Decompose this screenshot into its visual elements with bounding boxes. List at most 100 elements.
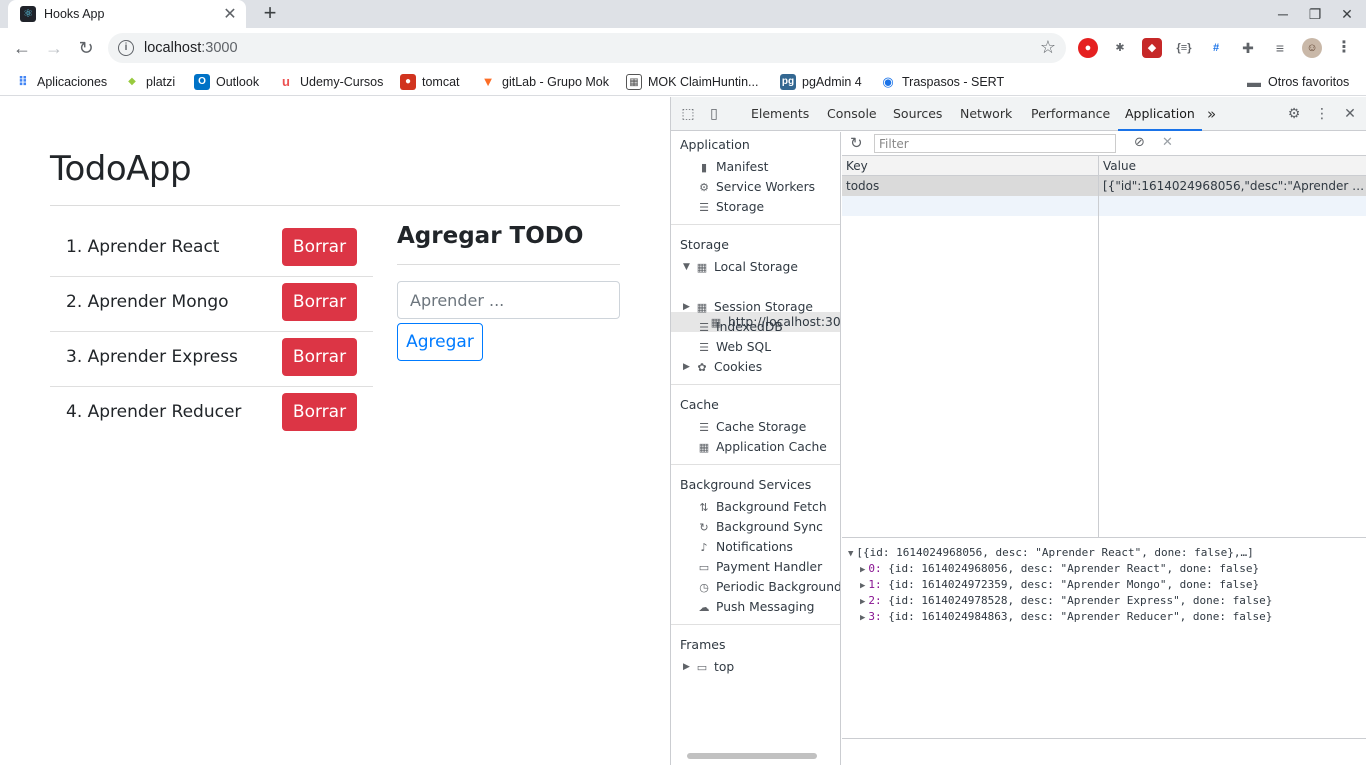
preview-item[interactable]: ▶ 3: {id: 1614024984863, desc: "Aprender …	[860, 609, 1272, 625]
sidebar-item-periodic-background-sync[interactable]: ◷Periodic Background Sy	[697, 577, 840, 597]
sidebar-item-notifications[interactable]: ♪ Notifications	[697, 537, 792, 557]
column-header-value[interactable]: Value	[1099, 156, 1366, 176]
sidebar-item-background-sync[interactable]: ↻ Background Sync	[697, 517, 823, 537]
collapsed-triangle-icon[interactable]: ▶	[683, 302, 693, 312]
table-cell-value[interactable]: [{"id":1614024968056,"desc":"Aprender Re…	[1099, 176, 1365, 196]
restore-icon[interactable]: ❐	[1300, 4, 1330, 24]
scrollbar-thumb[interactable]	[687, 753, 817, 759]
inspect-element-icon[interactable]: ⬚	[679, 105, 697, 123]
bookmark-traspasos[interactable]: ◉ Traspasos - SERT	[880, 73, 1004, 91]
close-tab-icon[interactable]: ✕	[222, 4, 238, 24]
bookmark-tomcat[interactable]: ● tomcat	[400, 73, 460, 91]
bookmark-gitlab[interactable]: ▼ gitLab - Grupo Mok	[480, 73, 609, 91]
platzi-icon: ◆	[128, 76, 136, 87]
sidebar-item-cache-storage[interactable]: ☰ Cache Storage	[697, 417, 806, 437]
sidebar-item-service-workers[interactable]: ⚙ Service Workers	[697, 177, 815, 197]
preview-summary[interactable]: ▼ [{id: 1614024968056, desc: "Aprender Re…	[848, 545, 1254, 561]
bookmarks-bar: ⠿ Aplicaciones ◆ platzi O Outlook u Udem…	[0, 68, 1366, 96]
todo-label[interactable]: 2. Aprender Mongo	[66, 292, 229, 312]
preview-item[interactable]: ▶ 0: {id: 1614024968056, desc: "Aprender …	[860, 561, 1259, 577]
tab-application[interactable]: Application	[1118, 97, 1202, 131]
extensions-puzzle-icon[interactable]: ✚	[1238, 38, 1258, 58]
devtools-tabbar: ⬚ ▯ Elements Console Sources Network Per…	[671, 97, 1366, 131]
database-icon: ☰	[699, 320, 709, 334]
minimize-icon[interactable]: ─	[1268, 4, 1298, 24]
bookmark-star-icon[interactable]: ☆	[1040, 37, 1056, 58]
bookmark-outlook[interactable]: O Outlook	[194, 73, 259, 91]
sidebar-item-push-messaging[interactable]: ☁ Push Messaging	[697, 597, 815, 617]
table-cell-key[interactable]: todos	[842, 176, 1098, 196]
forward-icon[interactable]: →	[42, 36, 66, 60]
bookmark-udemy[interactable]: u Udemy-Cursos	[278, 73, 383, 91]
sidebar-item-payment-handler[interactable]: ▭ Payment Handler	[697, 557, 822, 577]
sidebar-item-indexeddb[interactable]: ☰ IndexedDB	[697, 317, 783, 337]
page-title: TodoApp	[50, 149, 192, 189]
more-tabs-button[interactable]: »	[1207, 97, 1216, 131]
settings-gear-icon[interactable]: ⚙	[1285, 105, 1303, 123]
red-extension-icon[interactable]: ◆	[1142, 38, 1162, 58]
delete-button[interactable]: Borrar	[282, 228, 357, 266]
sidebar-item-application-cache[interactable]: ▦ Application Cache	[697, 437, 827, 457]
filter-input[interactable]	[874, 134, 1116, 153]
back-icon[interactable]: ←	[10, 36, 34, 60]
site-info-icon[interactable]: i	[118, 40, 134, 56]
collapsed-triangle-icon[interactable]: ▶	[683, 662, 693, 672]
add-todo-button[interactable]: Agregar	[397, 323, 483, 361]
traspasos-icon: ◉	[882, 74, 894, 89]
tab-network[interactable]: Network	[960, 97, 1012, 131]
reload-icon[interactable]: ↻	[74, 36, 98, 60]
bookmark-other-folder[interactable]: ▬ Otros favoritos	[1246, 73, 1349, 91]
delete-button[interactable]: Borrar	[282, 338, 357, 376]
address-bar[interactable]: i localhost:3000 ☆	[108, 33, 1066, 63]
bookmark-platzi[interactable]: ◆ platzi	[124, 73, 175, 91]
bookmark-apps[interactable]: ⠿ Aplicaciones	[15, 73, 107, 91]
delete-button[interactable]: Borrar	[282, 283, 357, 321]
adblock-extension-icon[interactable]: ●	[1078, 38, 1098, 58]
sidebar-item-local-storage[interactable]: ▼ ▦ Local Storage	[683, 257, 798, 277]
tab-console[interactable]: Console	[827, 97, 877, 131]
window-close-icon[interactable]: ✕	[1332, 4, 1362, 24]
sidebar-item-cookies[interactable]: ▶ ✿ Cookies	[683, 357, 762, 377]
profile-avatar[interactable]: ☺	[1302, 38, 1322, 58]
delete-selected-icon[interactable]: ✕	[1162, 135, 1173, 150]
tab-performance[interactable]: Performance	[1031, 97, 1110, 131]
sidebar-horizontal-scrollbar[interactable]	[677, 752, 835, 760]
devtools-menu-icon[interactable]: ⋮	[1313, 105, 1331, 123]
grid-extension-icon[interactable]: #	[1206, 38, 1226, 58]
bookmark-mok[interactable]: ▦ MOK ClaimHuntin...	[626, 73, 758, 91]
column-header-key[interactable]: Key	[842, 156, 1098, 176]
device-toolbar-icon[interactable]: ▯	[705, 105, 723, 123]
expanded-triangle-icon[interactable]: ▼	[683, 262, 693, 272]
sidebar-item-session-storage[interactable]: ▶ ▦ Session Storage	[683, 297, 813, 317]
browser-tab[interactable]: ⚛ Hooks App ✕	[8, 0, 246, 28]
database-icon: ☰	[699, 420, 709, 434]
sidebar-item-manifest[interactable]: ▮ Manifest	[697, 157, 769, 177]
bug-extension-icon[interactable]: ✱	[1110, 38, 1130, 58]
todo-label[interactable]: 4. Aprender Reducer	[66, 402, 241, 422]
preview-item[interactable]: ▶ 2: {id: 1614024978528, desc: "Aprender …	[860, 593, 1272, 609]
todo-label[interactable]: 3. Aprender Express	[66, 347, 238, 367]
browser-menu-icon[interactable]: ⋮	[1334, 38, 1354, 58]
new-tab-button[interactable]: +	[258, 2, 282, 26]
tab-elements[interactable]: Elements	[751, 97, 809, 131]
clear-all-icon[interactable]: ⊘	[1134, 135, 1145, 150]
bookmark-pgadmin[interactable]: pg pgAdmin 4	[780, 73, 862, 91]
storage-view: ↻ ⊘ ✕ Key Value todos [{"id":16140249680…	[842, 132, 1366, 765]
refresh-icon[interactable]: ↻	[850, 134, 863, 152]
json-extension-icon[interactable]: {≡}	[1174, 38, 1194, 58]
close-devtools-icon[interactable]: ✕	[1341, 105, 1359, 123]
delete-button[interactable]: Borrar	[282, 393, 357, 431]
divider	[671, 224, 840, 225]
sidebar-item-web-sql[interactable]: ☰ Web SQL	[697, 337, 771, 357]
sidebar-item-background-fetch[interactable]: ⇅ Background Fetch	[697, 497, 826, 517]
media-control-icon[interactable]: ≡	[1270, 38, 1290, 58]
todo-label[interactable]: 1. Aprender React	[66, 237, 219, 257]
tab-sources[interactable]: Sources	[893, 97, 942, 131]
preview-item[interactable]: ▶ 1: {id: 1614024972359, desc: "Aprender …	[860, 577, 1259, 593]
todo-description-input[interactable]	[397, 281, 620, 319]
title-divider	[50, 205, 620, 206]
sidebar-item-storage[interactable]: ☰ Storage	[697, 197, 764, 217]
sidebar-item-top-frame[interactable]: ▶ ▭ top	[683, 657, 734, 677]
collapsed-triangle-icon[interactable]: ▶	[683, 362, 693, 372]
column-divider	[1098, 156, 1099, 538]
